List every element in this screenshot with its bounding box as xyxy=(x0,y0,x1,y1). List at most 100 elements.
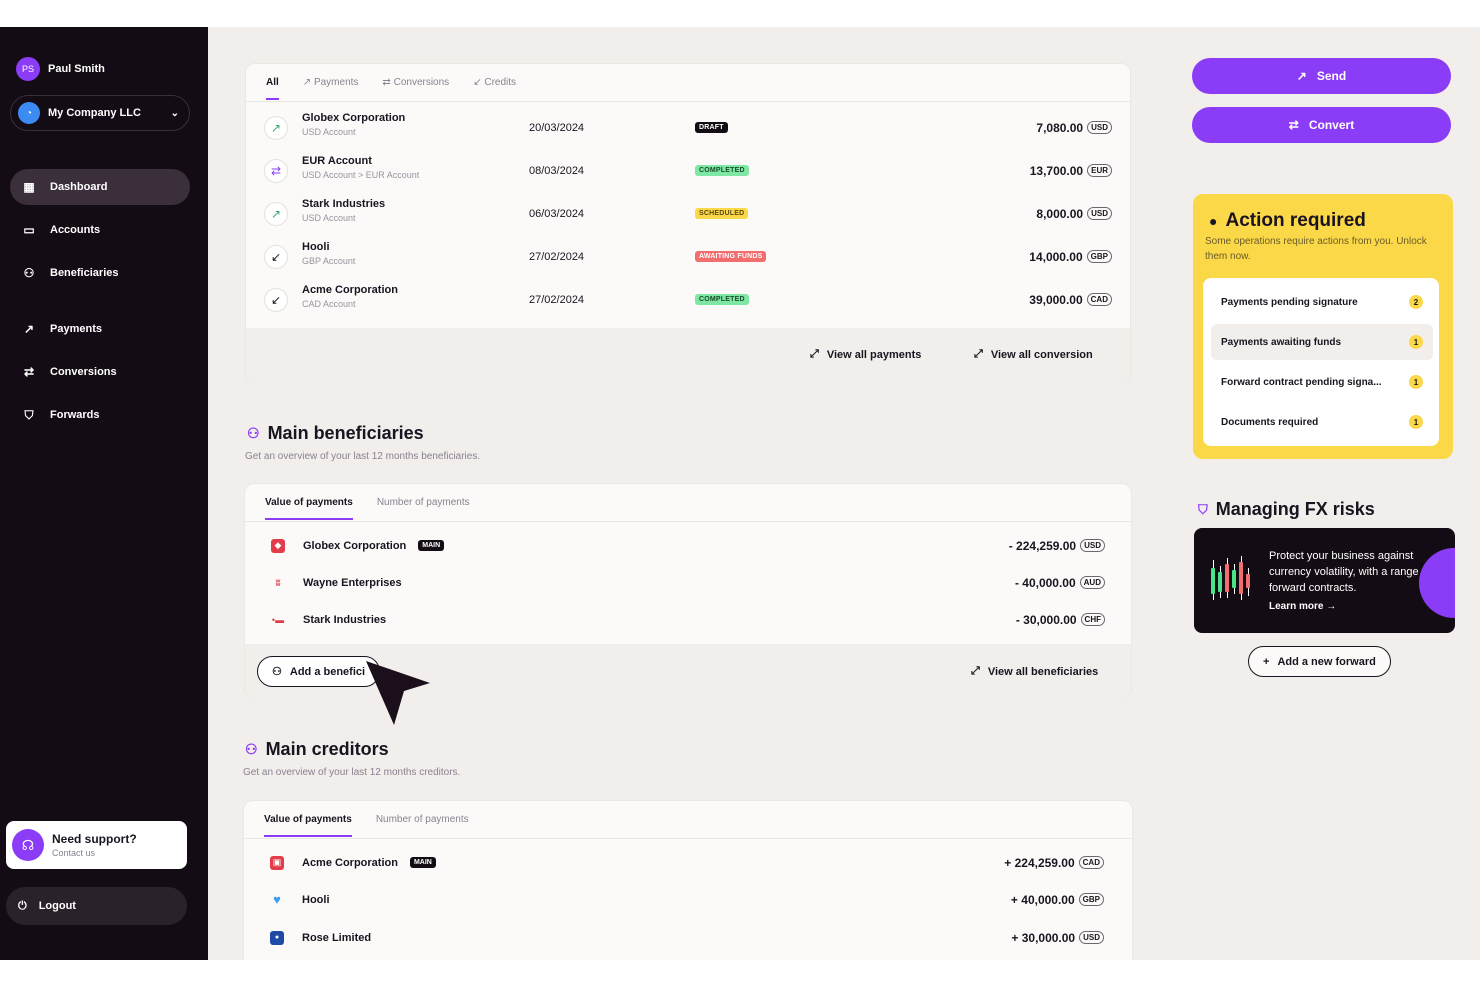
company-selector[interactable]: ◔ My Company LLC ⌄ xyxy=(10,95,190,131)
payment-arrow-icon: ↗ xyxy=(264,115,288,140)
action-label: Documents required xyxy=(1221,416,1319,428)
tab-value-of-payments[interactable]: Value of payments xyxy=(264,814,352,837)
sidebar-item-label: Dashboard xyxy=(50,181,108,193)
support-card[interactable]: ☊ Need support? Contact us xyxy=(6,821,187,869)
row-amount: - 30,000.00 CHF xyxy=(1016,613,1105,627)
list-item[interactable]: •▬ Stark Industries - 30,000.00 CHF xyxy=(245,601,1131,638)
sidebar-item-label: Accounts xyxy=(50,224,101,236)
currency-tag: CHF xyxy=(1080,613,1105,626)
sidebar-item-dashboard[interactable]: ▦ Dashboard xyxy=(10,169,190,205)
company-name: My Company LLC xyxy=(48,107,141,119)
row-amount: 8,000.00 USD xyxy=(1036,207,1112,221)
fx-promo-card[interactable]: Protect your business against currency v… xyxy=(1194,528,1455,633)
sidebar-item-payments[interactable]: ↗ Payments xyxy=(10,311,190,347)
view-all-conversion-link[interactable]: ⤢ View all conversion xyxy=(974,348,1093,361)
creditors-tabs: Value of payments Number of payments xyxy=(244,801,1132,839)
list-item[interactable]: ♥ Hooli + 40,000.00 GBP xyxy=(244,881,1130,918)
tab-label: Credits xyxy=(484,77,517,88)
status-badge: COMPLETED xyxy=(695,165,749,176)
sidebar-item-label: Conversions xyxy=(50,366,117,378)
tab-number-of-payments[interactable]: Number of payments xyxy=(377,497,470,508)
swap-icon: ⇄ xyxy=(23,365,35,379)
row-name: Stark Industries xyxy=(302,198,386,210)
currency-tag: GBP xyxy=(1086,250,1112,263)
user-profile[interactable]: PS Paul Smith xyxy=(16,57,105,81)
wayne-logo-icon: ʬ xyxy=(275,577,281,588)
avatar: PS xyxy=(16,57,40,81)
action-label: Forward contract pending signa... xyxy=(1221,376,1382,388)
name-text: Globex Corporation xyxy=(303,539,407,552)
shield-icon: ⛉ xyxy=(1198,501,1208,517)
creditor-name: Hooli xyxy=(302,894,330,906)
tab-credits[interactable]: ↙ Credits xyxy=(473,77,516,88)
list-item[interactable]: ◆ Globex Corporation MAIN - 224,259.00 USD xyxy=(245,527,1131,564)
row-amount: + 224,259.00 CAD xyxy=(1004,856,1104,870)
user-plus-icon: ⚇ xyxy=(272,666,282,678)
row-account: USD Account xyxy=(302,213,356,223)
view-all-payments-link[interactable]: ⤢ View all payments xyxy=(810,348,921,361)
row-account: USD Account > EUR Account xyxy=(302,170,420,180)
amount-value: 8,000.00 xyxy=(1036,206,1084,221)
expand-icon: ⤢ xyxy=(974,348,983,360)
sidebar-item-accounts[interactable]: ▭ Accounts xyxy=(10,212,190,248)
count-badge: 1 xyxy=(1409,415,1423,429)
amount-value: - 30,000.00 xyxy=(1015,612,1077,627)
logout-button[interactable]: ⏻ Logout xyxy=(6,887,187,925)
currency-tag: GBP xyxy=(1078,893,1104,906)
count-badge: 1 xyxy=(1409,375,1423,389)
table-row[interactable]: ↗ Globex Corporation USD Account 20/03/2… xyxy=(246,106,1130,149)
users-icon: ⚇ xyxy=(247,425,260,441)
power-icon: ⏻ xyxy=(18,899,27,912)
amount-value: + 40,000.00 xyxy=(1010,892,1075,907)
creditors-title: ⚇ Main creditors xyxy=(245,739,389,760)
table-row[interactable]: ⇄ EUR Account USD Account > EUR Account … xyxy=(246,149,1130,192)
link-label: View all beneficiaries xyxy=(987,665,1099,678)
tab-value-of-payments[interactable]: Value of payments xyxy=(265,497,353,520)
row-name: Globex Corporation xyxy=(302,112,406,124)
action-list: Payments pending signature 2 Payments aw… xyxy=(1203,278,1439,446)
add-new-forward-button[interactable]: + Add a new forward xyxy=(1248,646,1391,677)
send-button[interactable]: ↗ Send xyxy=(1192,58,1451,94)
name-text: Hooli xyxy=(302,893,330,906)
view-all-beneficiaries-link[interactable]: ⤢ View all beneficiaries xyxy=(971,665,1098,678)
fx-promo-text: Protect your business against currency v… xyxy=(1269,550,1431,594)
list-item[interactable]: ▣ Acme Corporation MAIN + 224,259.00 CAD xyxy=(244,844,1130,881)
table-row[interactable]: ↙ Acme Corporation CAD Account 27/02/202… xyxy=(246,278,1130,321)
action-item-forward-contract[interactable]: Forward contract pending signa... 1 xyxy=(1211,364,1433,400)
tab-number-of-payments[interactable]: Number of payments xyxy=(376,814,469,825)
alert-icon: ● xyxy=(1209,213,1218,229)
convert-button[interactable]: ⇄ Convert xyxy=(1192,107,1451,143)
currency-tag: EUR xyxy=(1087,164,1112,177)
beneficiary-name: Wayne Enterprises xyxy=(303,577,402,589)
currency-tag: USD xyxy=(1079,931,1104,944)
tab-conversions[interactable]: ⇄ Conversions xyxy=(382,77,449,88)
amount-value: 7,080.00 xyxy=(1036,120,1084,135)
status-badge: AWAITING FUNDS xyxy=(695,251,767,262)
currency-tag: USD xyxy=(1087,207,1112,220)
action-item-pending-signature[interactable]: Payments pending signature 2 xyxy=(1211,284,1433,320)
transaction-tabs: All ↗ Payments ⇄ Conversions ↙ Credits xyxy=(246,64,1130,102)
support-contact: Contact us xyxy=(52,848,96,858)
action-item-documents-required[interactable]: Documents required 1 xyxy=(1211,404,1433,440)
main-badge: MAIN xyxy=(409,857,436,868)
sidebar-item-forwards[interactable]: ⛉ Forwards xyxy=(10,397,190,433)
sidebar-item-conversions[interactable]: ⇄ Conversions xyxy=(10,354,190,390)
main-badge: MAIN xyxy=(418,540,445,551)
action-item-awaiting-funds[interactable]: Payments awaiting funds 1 xyxy=(1211,324,1433,360)
row-amount: 14,000.00 GBP xyxy=(1029,250,1112,264)
count-badge: 2 xyxy=(1409,295,1423,309)
learn-more-link[interactable]: Learn more → xyxy=(1269,601,1336,612)
credit-arrow-icon: ↙ xyxy=(264,244,288,269)
hooli-logo-icon: ♥ xyxy=(273,892,281,907)
credit-arrow-icon: ↙ xyxy=(264,287,288,312)
tab-all[interactable]: All xyxy=(266,77,279,100)
creditor-name: Acme Corporation MAIN xyxy=(302,857,436,869)
sidebar-item-beneficiaries[interactable]: ⚇ Beneficiaries xyxy=(10,255,190,291)
list-item[interactable]: ʬ Wayne Enterprises - 40,000.00 AUD xyxy=(245,564,1131,601)
tab-payments[interactable]: ↗ Payments xyxy=(303,77,359,88)
grid-icon: ▦ xyxy=(23,180,35,194)
list-item[interactable]: ● Rose Limited + 30,000.00 USD xyxy=(244,919,1130,956)
table-row[interactable]: ↙ Hooli GBP Account 27/02/2024 AWAITING … xyxy=(246,235,1130,278)
link-label: Learn more xyxy=(1269,601,1324,612)
table-row[interactable]: ↗ Stark Industries USD Account 06/03/202… xyxy=(246,192,1130,235)
